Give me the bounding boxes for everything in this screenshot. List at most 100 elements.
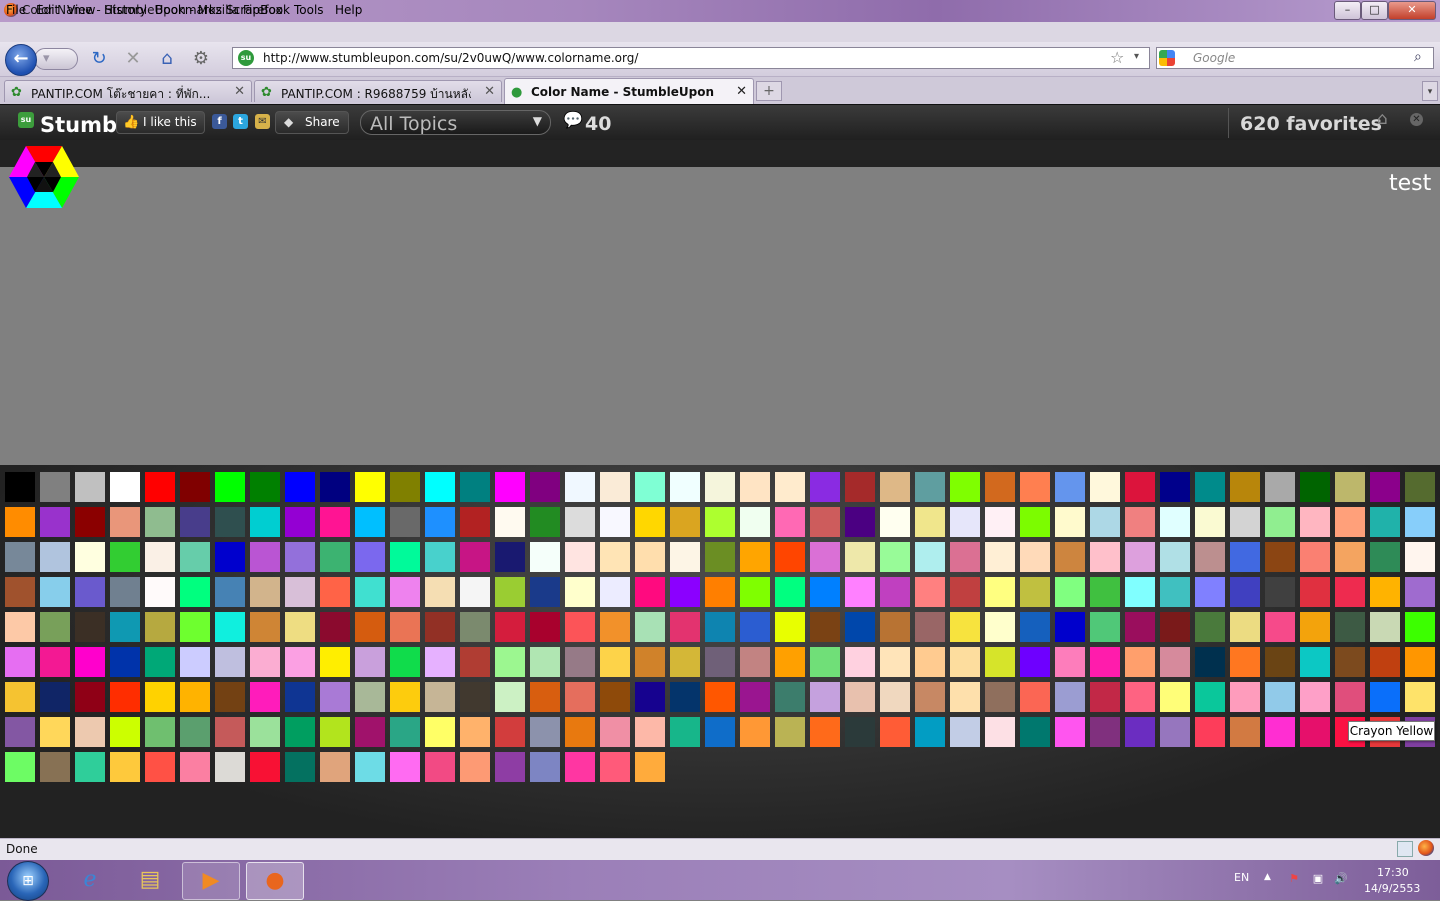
color-swatch[interactable]: [495, 542, 525, 572]
url-dropdown-icon[interactable]: ▾: [1134, 51, 1139, 62]
color-swatch[interactable]: [1335, 472, 1365, 502]
color-swatch[interactable]: [530, 542, 560, 572]
color-swatch[interactable]: [285, 647, 315, 677]
color-swatch[interactable]: [75, 507, 105, 537]
color-swatch[interactable]: [530, 612, 560, 642]
color-swatch[interactable]: [1230, 507, 1260, 537]
color-swatch[interactable]: [880, 717, 910, 747]
favorites-count[interactable]: 620 favorites: [1240, 113, 1382, 135]
media-player-icon[interactable]: ▶: [182, 862, 240, 900]
color-swatch[interactable]: [5, 472, 35, 502]
color-swatch[interactable]: [670, 612, 700, 642]
color-swatch[interactable]: [565, 472, 595, 502]
color-swatch[interactable]: [1265, 647, 1295, 677]
color-swatch[interactable]: [40, 682, 70, 712]
color-swatch[interactable]: [1265, 472, 1295, 502]
color-swatch[interactable]: [950, 577, 980, 607]
color-swatch[interactable]: [390, 507, 420, 537]
color-swatch[interactable]: [1370, 472, 1400, 502]
color-swatch[interactable]: [1055, 612, 1085, 642]
color-swatch[interactable]: [495, 612, 525, 642]
tab-pantip-2[interactable]: ✿ PANTIP.COM : R9688759 บ้านหลัง... ✕: [254, 80, 502, 102]
color-swatch[interactable]: [180, 542, 210, 572]
color-swatch[interactable]: [180, 682, 210, 712]
color-swatch[interactable]: [530, 507, 560, 537]
color-swatch[interactable]: [740, 472, 770, 502]
color-swatch[interactable]: [600, 752, 630, 782]
menu-file[interactable]: File: [6, 3, 26, 17]
color-swatch[interactable]: [1125, 682, 1155, 712]
color-swatch[interactable]: [215, 507, 245, 537]
color-swatch[interactable]: [250, 472, 280, 502]
color-swatch[interactable]: [845, 612, 875, 642]
color-swatch[interactable]: [775, 682, 805, 712]
color-swatch[interactable]: [705, 682, 735, 712]
color-swatch[interactable]: [215, 752, 245, 782]
color-swatch[interactable]: [145, 682, 175, 712]
color-swatch[interactable]: [75, 682, 105, 712]
color-swatch[interactable]: [110, 682, 140, 712]
color-swatch[interactable]: [145, 577, 175, 607]
color-swatch[interactable]: [1195, 682, 1225, 712]
color-swatch[interactable]: [740, 577, 770, 607]
forward-button[interactable]: ▾: [34, 48, 78, 70]
action-center-icon[interactable]: ⚑: [1287, 872, 1301, 886]
color-swatch[interactable]: [530, 682, 560, 712]
color-swatch[interactable]: [775, 542, 805, 572]
color-swatch[interactable]: [5, 647, 35, 677]
color-swatch[interactable]: [1160, 717, 1190, 747]
color-swatch[interactable]: [740, 542, 770, 572]
color-swatch[interactable]: [950, 612, 980, 642]
color-swatch[interactable]: [530, 472, 560, 502]
color-swatch[interactable]: [1160, 682, 1190, 712]
color-swatch[interactable]: [355, 577, 385, 607]
color-swatch[interactable]: [810, 542, 840, 572]
color-swatch[interactable]: [1230, 577, 1260, 607]
color-swatch[interactable]: [1055, 577, 1085, 607]
color-swatch[interactable]: [215, 647, 245, 677]
color-swatch[interactable]: [110, 647, 140, 677]
color-swatch[interactable]: [705, 717, 735, 747]
close-window-button[interactable]: ✕: [1388, 1, 1436, 20]
stumble-button[interactable]: Stumble: [40, 113, 116, 137]
color-swatch[interactable]: [1370, 507, 1400, 537]
color-swatch[interactable]: [215, 577, 245, 607]
color-swatch[interactable]: [880, 577, 910, 607]
color-swatch[interactable]: [1090, 542, 1120, 572]
color-swatch[interactable]: [1195, 542, 1225, 572]
color-swatch[interactable]: [880, 612, 910, 642]
facebook-icon[interactable]: f: [212, 114, 227, 129]
color-swatch[interactable]: [285, 682, 315, 712]
color-swatch[interactable]: [635, 647, 665, 677]
twitter-icon[interactable]: t: [233, 114, 248, 129]
color-swatch[interactable]: [1265, 717, 1295, 747]
color-swatch[interactable]: [1125, 717, 1155, 747]
color-swatch[interactable]: [775, 647, 805, 677]
color-swatch[interactable]: [1160, 542, 1190, 572]
color-swatch[interactable]: [845, 542, 875, 572]
color-swatch[interactable]: [390, 577, 420, 607]
color-swatch[interactable]: [460, 507, 490, 537]
color-swatch[interactable]: [600, 472, 630, 502]
menu-help[interactable]: Help: [335, 3, 362, 17]
color-swatch[interactable]: [705, 612, 735, 642]
color-swatch[interactable]: [250, 717, 280, 747]
color-swatch[interactable]: [425, 717, 455, 747]
menu-history[interactable]: History: [104, 3, 147, 17]
clock-date[interactable]: 14/9/2553: [1364, 882, 1420, 895]
color-swatch[interactable]: [915, 612, 945, 642]
color-swatch[interactable]: [285, 577, 315, 607]
color-swatch[interactable]: [285, 507, 315, 537]
color-swatch[interactable]: [1370, 647, 1400, 677]
color-swatch[interactable]: [915, 542, 945, 572]
color-swatch[interactable]: [775, 507, 805, 537]
color-swatch[interactable]: [40, 647, 70, 677]
color-swatch[interactable]: [775, 717, 805, 747]
color-swatch[interactable]: [1265, 682, 1295, 712]
minimize-button[interactable]: –: [1334, 1, 1361, 20]
color-swatch[interactable]: [1055, 717, 1085, 747]
color-swatch[interactable]: [145, 717, 175, 747]
color-swatch[interactable]: [985, 542, 1015, 572]
color-swatch[interactable]: [1125, 507, 1155, 537]
color-swatch[interactable]: [670, 647, 700, 677]
